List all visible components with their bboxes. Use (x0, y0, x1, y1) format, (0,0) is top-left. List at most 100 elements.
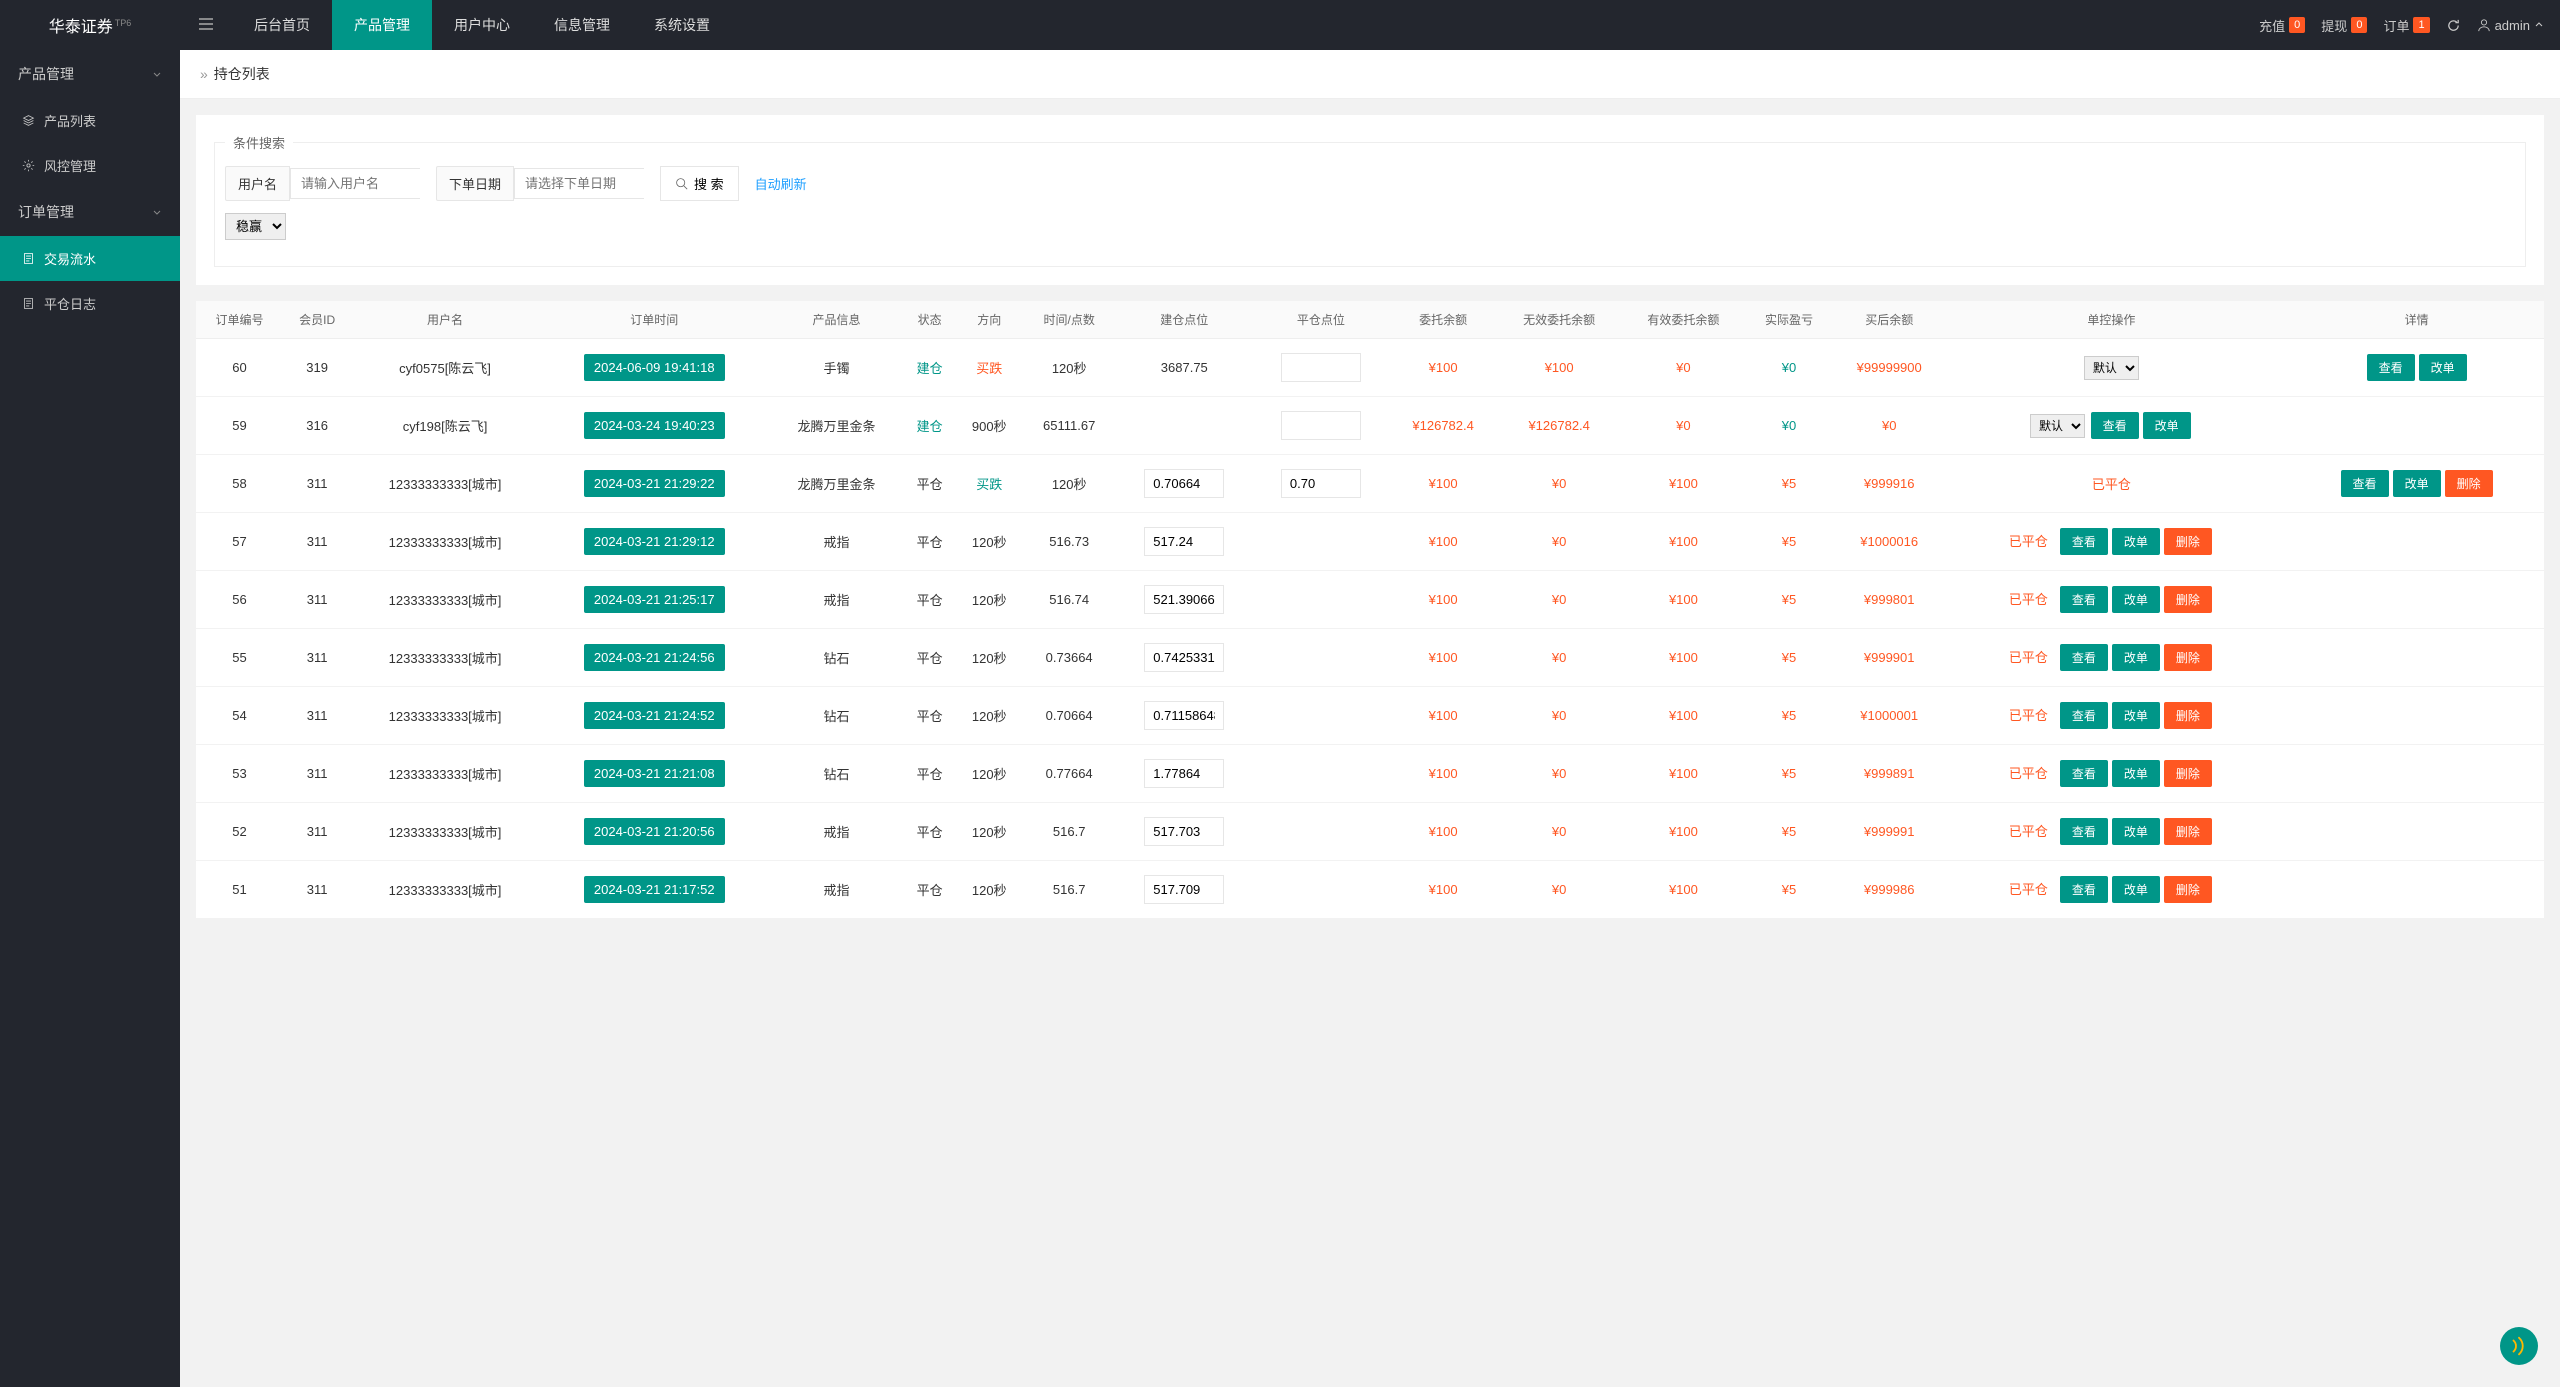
page-title: 持仓列表 (214, 66, 270, 82)
open-input[interactable] (1144, 875, 1224, 904)
delete-button[interactable]: 删除 (2164, 586, 2212, 613)
delete-button[interactable]: 删除 (2164, 702, 2212, 729)
view-button[interactable]: 查看 (2060, 760, 2108, 787)
delete-button[interactable]: 删除 (2445, 470, 2493, 497)
order-time-badge: 2024-03-21 21:21:08 (584, 760, 725, 787)
col-header: 用户名 (351, 301, 539, 339)
sidebar-group-1[interactable]: 订单管理 (0, 188, 180, 236)
sidebar-item-0-0[interactable]: 产品列表 (0, 98, 180, 143)
open-input[interactable] (1144, 643, 1224, 672)
col-header: 单控操作 (1946, 301, 2277, 339)
header-right: 充值0 提现0 订单1 admin (2259, 16, 2560, 35)
order-link[interactable]: 订单1 (2383, 16, 2429, 35)
table-row: 59316cyf198[陈云飞]2024-03-24 19:40:23龙腾万里金… (196, 397, 2544, 455)
col-header: 方向 (956, 301, 1022, 339)
edit-button[interactable]: 改单 (2143, 412, 2191, 439)
edit-button[interactable]: 改单 (2419, 354, 2467, 381)
table-row: 5331112333333333[城市]2024-03-21 21:21:08钻… (196, 745, 2544, 803)
col-header: 状态 (903, 301, 956, 339)
action-select[interactable]: 默认 (2084, 356, 2139, 380)
table-row: 5131112333333333[城市]2024-03-21 21:17:52戒… (196, 861, 2544, 919)
username-label: 用户名 (225, 166, 290, 201)
table-row: 5831112333333333[城市]2024-03-21 21:29:22龙… (196, 455, 2544, 513)
refresh-icon[interactable] (2446, 18, 2461, 33)
logo: 华泰证券TP6 (0, 13, 180, 37)
nav-item-1[interactable]: 产品管理 (332, 0, 432, 50)
nav-item-2[interactable]: 用户中心 (432, 0, 532, 50)
order-time-badge: 2024-03-21 21:25:17 (584, 586, 725, 613)
wave-icon (2508, 1335, 2530, 1357)
table-row: 5531112333333333[城市]2024-03-21 21:24:56钻… (196, 629, 2544, 687)
view-button[interactable]: 查看 (2060, 818, 2108, 845)
table-header-row: 订单编号会员ID用户名订单时间产品信息状态方向时间/点数建仓点位平仓点位委托余额… (196, 301, 2544, 339)
view-button[interactable]: 查看 (2060, 528, 2108, 555)
nav-item-4[interactable]: 系统设置 (632, 0, 732, 50)
sidebar-item-1-0[interactable]: 交易流水 (0, 236, 180, 281)
col-header: 有效委托余额 (1621, 301, 1745, 339)
sidebar: 产品管理产品列表风控管理订单管理交易流水平仓日志 (0, 50, 180, 1387)
order-time-badge: 2024-03-21 21:17:52 (584, 876, 725, 903)
user-menu[interactable]: admin (2477, 18, 2544, 33)
view-button[interactable]: 查看 (2060, 644, 2108, 671)
edit-button[interactable]: 改单 (2112, 644, 2160, 671)
open-input[interactable] (1144, 469, 1224, 498)
date-input[interactable] (514, 168, 644, 199)
search-icon (675, 177, 688, 190)
view-button[interactable]: 查看 (2060, 586, 2108, 613)
sidebar-group-0[interactable]: 产品管理 (0, 50, 180, 98)
sidebar-item-1-1[interactable]: 平仓日志 (0, 281, 180, 326)
nav-item-3[interactable]: 信息管理 (532, 0, 632, 50)
logo-text: 华泰证券 (49, 19, 113, 36)
order-time-badge: 2024-03-21 21:24:52 (584, 702, 725, 729)
view-button[interactable]: 查看 (2367, 354, 2415, 381)
table-row: 5431112333333333[城市]2024-03-21 21:24:52钻… (196, 687, 2544, 745)
view-button[interactable]: 查看 (2341, 470, 2389, 497)
username-input[interactable] (290, 168, 420, 199)
col-header: 时间/点数 (1022, 301, 1116, 339)
delete-button[interactable]: 删除 (2164, 876, 2212, 903)
doc-icon (22, 297, 36, 311)
close-input[interactable] (1281, 411, 1361, 440)
action-select[interactable]: 默认 (2030, 414, 2085, 438)
table-row: 5231112333333333[城市]2024-03-21 21:20:56戒… (196, 803, 2544, 861)
col-header: 建仓点位 (1116, 301, 1253, 339)
nav-item-0[interactable]: 后台首页 (232, 0, 332, 50)
delete-button[interactable]: 删除 (2164, 528, 2212, 555)
position-table: 订单编号会员ID用户名订单时间产品信息状态方向时间/点数建仓点位平仓点位委托余额… (196, 301, 2544, 919)
edit-button[interactable]: 改单 (2112, 528, 2160, 555)
auto-refresh-link[interactable]: 自动刷新 (755, 174, 807, 193)
edit-button[interactable]: 改单 (2112, 876, 2160, 903)
open-input[interactable] (1144, 585, 1224, 614)
open-input[interactable] (1144, 701, 1224, 730)
recharge-link[interactable]: 充值0 (2259, 16, 2305, 35)
edit-button[interactable]: 改单 (2112, 760, 2160, 787)
search-button[interactable]: 搜 索 (660, 166, 739, 201)
edit-button[interactable]: 改单 (2112, 702, 2160, 729)
table-row: 60319cyf0575[陈云飞]2024-06-09 19:41:18手镯建仓… (196, 339, 2544, 397)
close-input[interactable] (1281, 353, 1361, 382)
chevron-down-icon (2534, 20, 2544, 30)
col-header: 实际盈亏 (1746, 301, 1833, 339)
open-input[interactable] (1144, 817, 1224, 846)
sidebar-item-0-1[interactable]: 风控管理 (0, 143, 180, 188)
withdraw-link[interactable]: 提现0 (2321, 16, 2367, 35)
view-button[interactable]: 查看 (2091, 412, 2139, 439)
plan-select[interactable]: 稳赢 (225, 213, 286, 240)
view-button[interactable]: 查看 (2060, 702, 2108, 729)
edit-button[interactable]: 改单 (2112, 818, 2160, 845)
open-input[interactable] (1144, 759, 1224, 788)
close-input[interactable] (1281, 469, 1361, 498)
fab-button[interactable] (2500, 1327, 2538, 1365)
delete-button[interactable]: 删除 (2164, 760, 2212, 787)
withdraw-badge: 0 (2351, 17, 2367, 33)
open-input[interactable] (1144, 527, 1224, 556)
menu-toggle-icon[interactable] (180, 16, 232, 35)
date-label: 下单日期 (436, 166, 514, 201)
delete-button[interactable]: 删除 (2164, 818, 2212, 845)
edit-button[interactable]: 改单 (2112, 586, 2160, 613)
col-header (2277, 301, 2289, 339)
view-button[interactable]: 查看 (2060, 876, 2108, 903)
edit-button[interactable]: 改单 (2393, 470, 2441, 497)
delete-button[interactable]: 删除 (2164, 644, 2212, 671)
col-header: 会员ID (283, 301, 351, 339)
